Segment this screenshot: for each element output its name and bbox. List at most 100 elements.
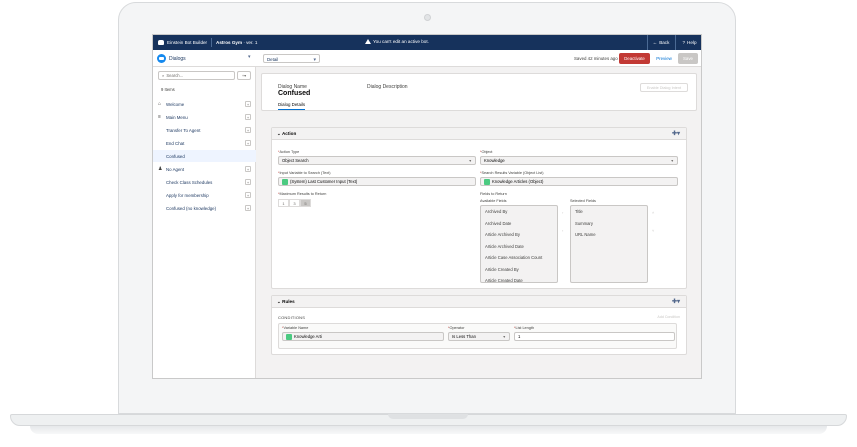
results-variable-value: Knowledge Articles (Object) — [492, 179, 544, 184]
help-label: Help — [687, 40, 697, 45]
add-rule-icon[interactable]: ✚▾ — [672, 298, 680, 305]
operator-select[interactable]: Is Less Than ▼ — [448, 332, 510, 341]
chevron-down-icon: ▼ — [670, 158, 674, 163]
warning-icon — [365, 39, 371, 44]
list-item[interactable]: Summary — [571, 218, 647, 230]
arrow-left-icon: ← — [652, 40, 658, 45]
add-icon[interactable]: + — [245, 192, 251, 198]
tab-dialog-details[interactable]: Dialog Details — [278, 102, 306, 110]
sidebar-item-label: Welcome — [166, 101, 185, 107]
list-length-label: *List Length — [514, 326, 535, 330]
list-length-value: 1 — [518, 334, 521, 339]
conditions-label: CONDITIONS — [278, 315, 306, 320]
sidebar-item-main-menu[interactable]: ≡ Main Menu + — [153, 111, 256, 123]
selected-fields-label: Selected Fields — [570, 199, 596, 203]
move-down-icon[interactable]: ˅ — [652, 228, 654, 233]
list-item[interactable]: Title — [571, 206, 647, 218]
dialogs-label: Dialogs — [169, 55, 186, 62]
app-name: Einstein Bot Builder — [167, 40, 208, 45]
menu-icon: ≡ — [158, 114, 161, 120]
operator-value: Is Less Than — [452, 334, 476, 339]
search-input[interactable]: ⌕ Search... — [158, 71, 235, 80]
deactivate-button[interactable]: Deactivate — [619, 53, 650, 64]
move-left-icon[interactable]: ‹ — [562, 228, 563, 233]
add-action-icon[interactable]: ✚▾ — [672, 130, 680, 137]
dialogs-menu[interactable]: Dialogs ▾ — [157, 53, 254, 64]
list-length-field[interactable]: 1 — [514, 332, 675, 341]
max-results-picker[interactable]: 1 3 5 — [278, 199, 311, 207]
move-right-icon[interactable]: › — [562, 210, 563, 215]
camera-icon — [424, 14, 431, 21]
preview-button[interactable]: Preview — [652, 53, 676, 64]
chevron-down-icon: ▼ — [468, 158, 472, 163]
sidebar-item-confused-no-knowledge[interactable]: Confused (no knowledge) + — [153, 202, 256, 214]
agent-icon: ♟ — [158, 166, 163, 172]
fields-to-return-label: Fields to Return — [480, 192, 507, 196]
max-results-option[interactable]: 1 — [278, 199, 289, 207]
max-results-option[interactable]: 3 — [289, 199, 300, 207]
sidebar-item-label: Confused (no knowledge) — [166, 205, 217, 211]
move-up-icon[interactable]: ˄ — [652, 210, 654, 215]
input-variable-field[interactable]: (System) Last Customer Input (Text) — [278, 177, 476, 186]
add-icon[interactable]: + — [245, 140, 251, 146]
save-button[interactable]: Save — [678, 53, 698, 64]
list-item[interactable]: Archived By — [481, 206, 557, 218]
app-launcher[interactable]: Einstein Bot Builder — [158, 40, 207, 45]
enable-intent-button[interactable]: Enable Dialog Intent — [640, 83, 688, 92]
add-icon[interactable]: + — [245, 179, 251, 185]
operator-label: *Operator — [448, 326, 465, 330]
items-count: 9 Items — [161, 87, 175, 92]
section-title: Rules — [282, 299, 295, 304]
bot-name: Astros Gym · ver. 1 — [216, 40, 257, 45]
list-item[interactable]: Article Archived Date — [481, 241, 557, 253]
sidebar-item-no-agent[interactable]: ♟ No Agent + — [153, 163, 256, 175]
laptop-foot — [30, 426, 827, 434]
bot-icon — [158, 40, 164, 45]
sidebar-item-welcome[interactable]: ⌂ Welcome + — [153, 98, 256, 110]
view-select[interactable]: Detail ▾ — [263, 54, 320, 63]
available-fields-list[interactable]: Archived By Archived Date Article Archiv… — [480, 205, 558, 283]
selected-fields-list[interactable]: Title Summary URL Name — [570, 205, 648, 283]
rules-header[interactable]: ⌄ Rules ✚▾ — [272, 296, 686, 308]
sidebar-item-confused[interactable]: Confused — [153, 150, 256, 162]
add-icon[interactable]: + — [245, 127, 251, 133]
list-item[interactable]: URL Name — [571, 229, 647, 241]
add-dialog-button[interactable]: +▾ — [237, 71, 251, 80]
action-type-value: Object Search — [282, 158, 309, 163]
divider — [211, 38, 212, 47]
list-item[interactable]: Article Case Association Count — [481, 252, 557, 264]
sidebar-item-membership[interactable]: Apply for membership + — [153, 189, 256, 201]
home-icon: ⌂ — [158, 101, 162, 107]
add-icon[interactable]: + — [245, 166, 251, 172]
action-header[interactable]: ⌄ Action ✚▾ — [272, 128, 686, 140]
add-icon[interactable]: + — [245, 114, 251, 120]
dialog-description-label: Dialog Description — [367, 84, 408, 90]
list-item[interactable]: Archived Date — [481, 218, 557, 230]
dialogs-icon — [157, 54, 166, 63]
action-type-select[interactable]: Object Search ▼ — [278, 156, 476, 165]
object-select[interactable]: Knowledge ▼ — [480, 156, 678, 165]
results-variable-field[interactable]: Knowledge Articles (Object) — [480, 177, 678, 186]
max-results-option[interactable]: 5 — [300, 199, 311, 207]
results-variable-label: *Search Results Variable (Object List) — [480, 171, 544, 175]
list-item[interactable]: Article Created By — [481, 264, 557, 276]
rules-section: ⌄ Rules ✚▾ CONDITIONS Add Condition *Var… — [271, 295, 687, 355]
variable-name-field[interactable]: Knowledge Arti — [282, 332, 444, 341]
available-fields-label: Available Fields — [480, 199, 507, 203]
sidebar-item-transfer[interactable]: Transfer To Agent + — [153, 124, 256, 136]
add-condition-link[interactable]: Add Condition — [657, 315, 680, 319]
sidebar-item-end-chat[interactable]: End Chat + — [153, 137, 256, 149]
bot-title: Astros Gym — [216, 40, 243, 45]
add-icon[interactable]: + — [245, 101, 251, 107]
variable-icon — [484, 178, 490, 185]
back-button[interactable]: ← Back — [647, 35, 674, 50]
sidebar-item-class-schedules[interactable]: Check Class Schedules + — [153, 176, 256, 188]
variable-icon — [286, 333, 292, 340]
help-button[interactable]: ? Help — [675, 35, 701, 50]
sidebar-item-label: Confused — [166, 153, 185, 159]
add-icon[interactable]: + — [245, 205, 251, 211]
action-section: ⌄ Action ✚▾ *Action Type Object Search ▼… — [271, 127, 687, 289]
list-item[interactable]: Article Archived By — [481, 229, 557, 241]
list-item[interactable]: Article Created Date — [481, 275, 557, 282]
global-header: Einstein Bot Builder Astros Gym · ver. 1… — [153, 35, 701, 50]
